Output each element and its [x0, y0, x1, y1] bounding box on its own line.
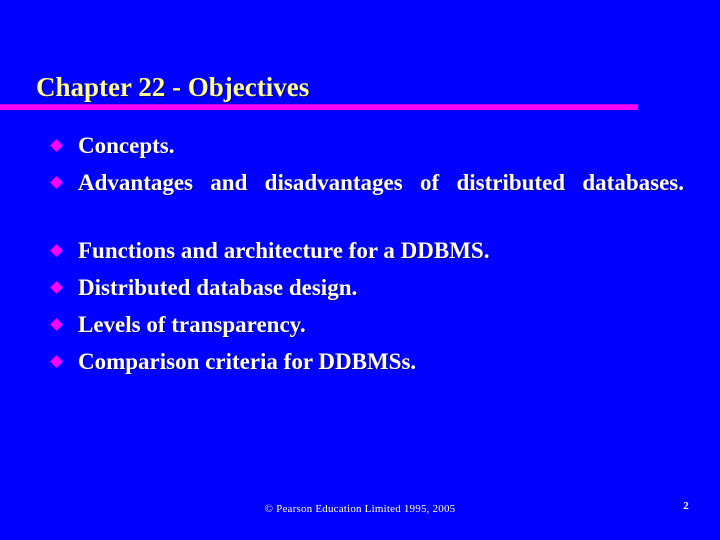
list-item: Comparison criteria for DDBMSs.	[44, 346, 684, 377]
list-item: Levels of transparency.	[44, 309, 684, 340]
slide-number: 2	[683, 500, 689, 512]
diamond-bullet-icon	[50, 176, 63, 189]
list-item: Functions and architecture for a DDBMS.	[44, 235, 684, 266]
list-item: Concepts.	[44, 130, 684, 161]
bullet-list: Concepts. Advantages and disadvantages o…	[44, 130, 684, 377]
slide-canvas: Chapter 22 - Objectives Concepts. Advant…	[0, 0, 720, 540]
list-item: Distributed database design.	[44, 272, 684, 303]
page-title: Chapter 22 - Objectives	[36, 72, 310, 102]
copyright-notice: © Pearson Education Limited 1995, 2005	[264, 503, 456, 515]
list-item-label: Advantages and disadvantages of distribu…	[78, 170, 684, 195]
list-item-label: Concepts.	[78, 133, 175, 158]
diamond-bullet-icon	[50, 281, 63, 294]
list-item-label: Functions and architecture for a DDBMS.	[78, 238, 490, 263]
title-divider-rule	[0, 104, 638, 110]
slide-title-block: Chapter 22 - Objectives	[36, 71, 684, 105]
list-item: Advantages and disadvantages of distribu…	[44, 167, 684, 229]
diamond-bullet-icon	[50, 355, 63, 368]
list-item-label: Distributed database design.	[78, 275, 358, 300]
list-item-label: Levels of transparency.	[78, 312, 306, 337]
list-item-label: Comparison criteria for DDBMSs.	[78, 349, 417, 374]
diamond-bullet-icon	[50, 244, 63, 257]
diamond-bullet-icon	[50, 139, 63, 152]
diamond-bullet-icon	[50, 318, 63, 331]
